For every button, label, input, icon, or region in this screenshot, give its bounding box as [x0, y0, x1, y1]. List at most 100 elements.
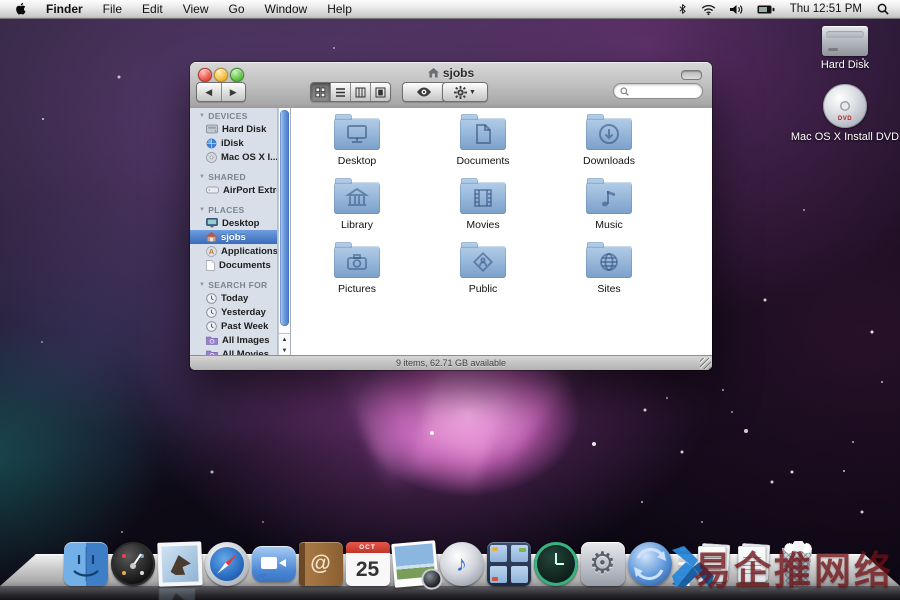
menu-item-edit[interactable]: Edit	[132, 0, 173, 18]
home-icon	[206, 232, 217, 242]
sidebar-item-today[interactable]: Today	[190, 291, 277, 305]
folder-icon	[460, 182, 506, 214]
folder-music[interactable]: Music	[546, 176, 672, 240]
clock-icon	[206, 321, 217, 332]
battery-icon[interactable]	[752, 0, 780, 18]
dock-item-ical[interactable]: OCT25OCT25	[344, 542, 391, 586]
folder-icon	[460, 246, 506, 278]
dock-item-ichat[interactable]	[250, 546, 297, 586]
back-button[interactable]: ◀	[197, 83, 222, 101]
menu-item-file[interactable]: File	[93, 0, 132, 18]
window-title: sjobs	[190, 65, 712, 81]
folder-sites[interactable]: Sites	[546, 240, 672, 304]
folder-desktop[interactable]: Desktop	[294, 112, 420, 176]
desktop-icon-label: Hard Disk	[785, 59, 900, 71]
quick-look-button[interactable]	[402, 82, 446, 102]
folder-label: Downloads	[583, 155, 635, 167]
dock-item-safari[interactable]	[203, 542, 250, 586]
view-mode-switcher	[310, 82, 391, 102]
folder-icon	[586, 182, 632, 214]
folder-pictures[interactable]: Pictures	[294, 240, 420, 304]
scrollbar-arrows: ▲ ▼	[279, 333, 290, 356]
folder-public[interactable]: Public	[420, 240, 546, 304]
desktop-icon-mac-os-x-install-dvd[interactable]: DVDMac OS X Install DVD	[785, 84, 900, 143]
menu-item-go[interactable]: Go	[219, 0, 255, 18]
folder-label: Movies	[466, 219, 499, 231]
dock-item-address-book[interactable]: @@	[297, 542, 344, 586]
disclosure-triangle-icon[interactable]: ▼	[199, 204, 205, 216]
display-glyph-icon	[334, 118, 380, 150]
search-input[interactable]	[613, 83, 703, 99]
coverflow-view-icon[interactable]	[371, 83, 390, 101]
note-glyph-icon	[586, 182, 632, 214]
disclosure-triangle-icon[interactable]: ▼	[199, 171, 205, 183]
sidebar-scrollbar[interactable]: ▲ ▼	[278, 108, 291, 356]
resize-grip[interactable]	[700, 358, 711, 369]
folder-icon	[334, 182, 380, 214]
dock-item-mail[interactable]	[156, 542, 203, 586]
scroll-up-arrow[interactable]: ▲	[279, 334, 290, 345]
icon-view-icon[interactable]	[311, 83, 331, 101]
spotlight-search-icon[interactable]	[872, 0, 894, 18]
sidebar-item-hard-disk[interactable]: Hard Disk	[190, 122, 277, 136]
document-icon	[206, 260, 215, 271]
sidebar-header-label: SEARCH FOR	[208, 279, 267, 291]
dock-item-software-update[interactable]	[626, 542, 673, 586]
sidebar-item-yesterday[interactable]: Yesterday	[190, 305, 277, 319]
menu-item-finder[interactable]: Finder	[36, 0, 93, 18]
dock-item-documents-stack[interactable]	[693, 544, 733, 586]
column-view-icon[interactable]	[351, 83, 371, 101]
menu-item-view[interactable]: View	[173, 0, 219, 18]
folder-icon	[334, 246, 380, 278]
menu-item-window[interactable]: Window	[255, 0, 318, 18]
disclosure-triangle-icon[interactable]: ▼	[199, 279, 205, 291]
dock-item-finder[interactable]	[62, 542, 109, 586]
dock-item-trash[interactable]	[773, 542, 821, 586]
scrollbar-thumb[interactable]	[280, 110, 289, 326]
desktop-icon-hard-disk[interactable]: Hard Disk	[785, 26, 900, 71]
dock-item-spaces[interactable]	[485, 542, 532, 586]
bluetooth-icon[interactable]	[673, 0, 692, 18]
folder-documents[interactable]: Documents	[420, 112, 546, 176]
menu-item-help[interactable]: Help	[317, 0, 362, 18]
sidebar-item-label: Hard Disk	[222, 124, 266, 135]
action-menu-button[interactable]: ▼	[442, 82, 488, 102]
dock-item-iphoto[interactable]	[391, 542, 438, 586]
document-glyph-icon	[460, 118, 506, 150]
folder-library[interactable]: Library	[294, 176, 420, 240]
dock-item-dashboard[interactable]	[109, 542, 156, 586]
dock-item-separator	[673, 546, 693, 586]
sidebar-item-all-images[interactable]: All Images	[190, 333, 277, 347]
desktop: FinderFileEditViewGoWindowHelp Thu 12:51…	[0, 0, 900, 600]
dock-item-itunes[interactable]: ♪♪	[438, 542, 485, 586]
menubar-clock[interactable]: Thu 12:51 PM	[784, 3, 868, 15]
folder-movies[interactable]: Movies	[420, 176, 546, 240]
sidebar-item-applications[interactable]: AApplications	[190, 244, 277, 258]
toolbar-toggle-button[interactable]	[681, 70, 702, 80]
sidebar-item-mac-os-x-i-[interactable]: Mac OS X I...	[190, 150, 277, 164]
dock-item-downloads-stack[interactable]	[733, 544, 773, 586]
folder-downloads[interactable]: Downloads	[546, 112, 672, 176]
disclosure-triangle-icon[interactable]: ▼	[199, 110, 205, 122]
forward-button[interactable]: ▶	[222, 83, 246, 101]
sidebar-item-sjobs[interactable]: sjobs	[190, 230, 277, 244]
dock-item-system-preferences[interactable]: ⚙⚙	[579, 542, 626, 586]
dock-item-time-machine[interactable]	[532, 542, 579, 586]
wifi-icon[interactable]	[696, 0, 721, 18]
sidebar-item-idisk[interactable]: iDisk	[190, 136, 277, 150]
apple-menu-icon[interactable]	[0, 0, 36, 18]
folder-icon	[586, 246, 632, 278]
window-titlebar[interactable]: sjobs ◀ ▶	[190, 62, 712, 109]
sidebar-item-past-week[interactable]: Past Week	[190, 319, 277, 333]
list-view-icon[interactable]	[331, 83, 351, 101]
sidebar-item-documents[interactable]: Documents	[190, 258, 277, 272]
columns-glyph-icon	[334, 182, 380, 214]
sidebar-item-airport-extreme[interactable]: AirPort Extreme	[190, 183, 277, 197]
volume-icon[interactable]	[725, 0, 748, 18]
sidebar-section-places: ▼PLACESDesktopsjobsAApplicationsDocument…	[190, 204, 277, 272]
sidebar: ▼DEVICESHard DiskiDiskMac OS X I...▼SHAR…	[190, 108, 278, 356]
film-glyph-icon	[460, 182, 506, 214]
sidebar-item-desktop[interactable]: Desktop	[190, 216, 277, 230]
folder-icon	[586, 118, 632, 150]
sidebar-section-search-for: ▼SEARCH FORTodayYesterdayPast WeekAll Im…	[190, 279, 277, 356]
